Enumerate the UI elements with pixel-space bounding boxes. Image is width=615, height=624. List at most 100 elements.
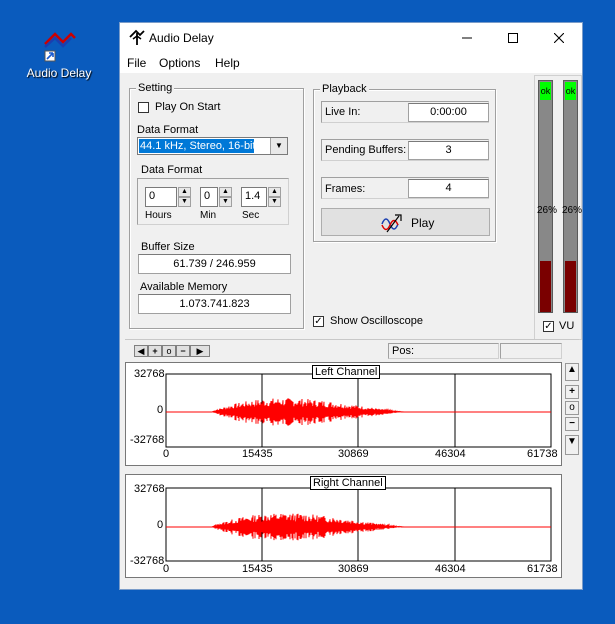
- play-on-start-checkbox[interactable]: [138, 102, 149, 113]
- right-channel-title: Right Channel: [310, 476, 386, 490]
- scroll-up-icon[interactable]: ▲: [565, 363, 579, 381]
- play-label: Play: [411, 216, 435, 230]
- vzoom-in-icon[interactable]: +: [565, 385, 579, 399]
- sec-label: Sec: [242, 210, 260, 221]
- y-tick-bottom: -32768: [130, 555, 165, 567]
- zoom-in-icon[interactable]: +: [148, 345, 162, 357]
- vzoom-out-icon[interactable]: −: [565, 417, 579, 431]
- y-tick-bottom: -32768: [130, 434, 165, 446]
- y-tick-top: 32768: [134, 483, 165, 495]
- sec-field[interactable]: 1.4: [241, 187, 267, 207]
- maximize-icon: [508, 33, 518, 43]
- min-label: Min: [200, 210, 217, 221]
- pending-row: Pending Buffers: 3: [321, 139, 489, 161]
- setting-group-title: Setting: [136, 82, 175, 94]
- x-tick: 0: [163, 563, 170, 575]
- app-icon: [129, 29, 145, 45]
- vu-left-percent: 26%: [537, 205, 558, 216]
- live-in-value: 0:00:00: [408, 103, 489, 122]
- buffer-size-value: 61.739 / 246.959: [138, 254, 291, 274]
- scroll-right-icon[interactable]: ▶: [190, 345, 210, 357]
- available-memory-value: 1.073.741.823: [138, 294, 291, 314]
- vu-right-level-bar: [565, 261, 576, 312]
- close-icon: [554, 33, 564, 43]
- vertical-zoom-toolbar: ▲ + o − ▼: [565, 363, 579, 455]
- hours-field[interactable]: 0: [145, 187, 177, 207]
- x-tick: 61738: [527, 563, 558, 575]
- scroll-left-icon[interactable]: ◀: [134, 345, 148, 357]
- sec-stepper[interactable]: ▲ ▼: [268, 187, 281, 207]
- position-value-box: [500, 343, 562, 359]
- app-window: Audio Delay File Options Help Setting Pl…: [119, 22, 583, 590]
- maximize-button[interactable]: [490, 23, 536, 53]
- zoom-out-icon[interactable]: −: [176, 345, 190, 357]
- min-field[interactable]: 0: [200, 187, 218, 207]
- down-arrow-icon[interactable]: ▼: [268, 197, 281, 207]
- x-tick: 15435: [242, 563, 273, 575]
- playback-group: Playback Live In: 0:00:00 Pending Buffer…: [313, 83, 496, 242]
- play-button[interactable]: Play: [321, 208, 490, 236]
- up-arrow-icon[interactable]: ▲: [178, 187, 191, 197]
- position-label: Pos:: [392, 345, 415, 357]
- min-stepper[interactable]: ▲ ▼: [219, 187, 232, 207]
- data-format-select[interactable]: 44.1 kHz, Stereo, 16-bit ▼: [137, 137, 288, 155]
- zoom-toolbar: ◀ + o − ▶: [134, 345, 226, 357]
- menu-file[interactable]: File: [127, 56, 146, 70]
- x-tick: 0: [163, 448, 170, 460]
- frames-label: Frames:: [325, 183, 366, 195]
- divider: [125, 339, 579, 340]
- show-oscilloscope-label: Show Oscilloscope: [330, 315, 423, 327]
- up-arrow-icon[interactable]: ▲: [219, 187, 232, 197]
- vu-checkbox[interactable]: ✓: [543, 321, 554, 332]
- minimize-button[interactable]: [444, 23, 490, 53]
- live-in-row: Live In: 0:00:00: [321, 101, 489, 123]
- menu-options[interactable]: Options: [159, 56, 200, 70]
- available-memory-label: Available Memory: [140, 281, 228, 293]
- desktop-shortcut[interactable]: Audio Delay: [24, 30, 94, 86]
- delay-group-label: Data Format: [141, 164, 203, 176]
- vu-right-status: ok: [565, 82, 576, 100]
- x-tick: 30869: [338, 448, 369, 460]
- hours-stepper[interactable]: ▲ ▼: [178, 187, 191, 207]
- show-oscilloscope-checkbox[interactable]: ✓: [313, 316, 324, 327]
- x-tick: 46304: [435, 448, 466, 460]
- minimize-icon: [462, 37, 472, 39]
- vu-left-level-bar: [540, 261, 551, 312]
- zoom-reset-icon[interactable]: o: [162, 345, 176, 357]
- menu-bar: File Options Help: [120, 53, 582, 73]
- menu-help[interactable]: Help: [215, 56, 240, 70]
- vu-label: VU: [559, 320, 575, 332]
- y-tick-mid: 0: [157, 404, 164, 416]
- close-button[interactable]: [536, 23, 582, 53]
- frames-row: Frames: 4: [321, 177, 489, 199]
- play-wave-icon: [381, 214, 402, 233]
- data-format-label: Data Format: [137, 124, 199, 136]
- live-in-label: Live In:: [325, 106, 361, 118]
- pending-buffers-label: Pending Buffers:: [325, 144, 407, 156]
- vu-meter-left: ok 26%: [537, 80, 558, 313]
- delay-box: 0 ▲ ▼ 0 ▲ ▼ 1.4 ▲ ▼ Hours Min Sec: [137, 178, 289, 225]
- chevron-down-icon[interactable]: ▼: [270, 138, 287, 154]
- buffer-size-label: Buffer Size: [141, 241, 195, 253]
- scroll-down-icon[interactable]: ▼: [565, 435, 579, 455]
- window-title: Audio Delay: [149, 31, 214, 45]
- left-channel-title: Left Channel: [312, 365, 381, 379]
- setting-group: Setting Play On Start Data Format 44.1 k…: [129, 82, 304, 329]
- right-channel-graph: Right Channel 32768 0 -32768 0 15435 308…: [125, 474, 562, 578]
- x-tick: 46304: [435, 563, 466, 575]
- down-arrow-icon[interactable]: ▼: [178, 197, 191, 207]
- audio-delay-app-icon: [44, 32, 76, 62]
- vu-left-status: ok: [540, 82, 551, 100]
- x-tick: 61738: [527, 448, 558, 460]
- left-channel-graph: Left Channel 32768 0 -32768 0 15435 3086…: [125, 362, 562, 466]
- up-arrow-icon[interactable]: ▲: [268, 187, 281, 197]
- pending-buffers-value: 3: [408, 141, 489, 160]
- vzoom-reset-icon[interactable]: o: [565, 401, 579, 415]
- vu-right-percent: 26%: [562, 205, 583, 216]
- title-bar[interactable]: Audio Delay: [120, 23, 582, 53]
- data-format-value: 44.1 kHz, Stereo, 16-bit: [139, 139, 254, 153]
- down-arrow-icon[interactable]: ▼: [219, 197, 232, 207]
- y-tick-top: 32768: [134, 368, 165, 380]
- vu-panel: ok 26% ok 26% ✓ VU: [534, 75, 582, 340]
- right-channel-plot: [165, 487, 552, 562]
